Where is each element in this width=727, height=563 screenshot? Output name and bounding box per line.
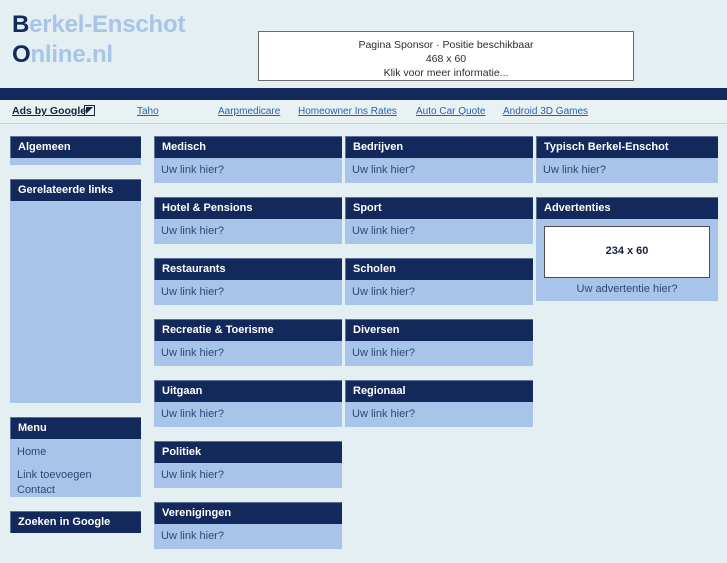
ads-link-4[interactable]: Android 3D Games [503,106,588,117]
advertisement-caption[interactable]: Uw advertentie hier? [544,278,710,295]
ads-bar-divider [0,123,727,124]
panel-category-body: Uw link hier? [154,341,342,366]
menu-item-contact[interactable]: Contact [17,483,134,498]
category-link[interactable]: Uw link hier? [543,164,606,176]
panel-category-title: Uitgaan [154,380,342,402]
panel-category-body: Uw link hier? [154,463,342,488]
logo-line-2-rest: nline.nl [30,41,113,68]
panel-typisch-berkel-enschot-title: Typisch Berkel-Enschot [536,136,718,158]
panel-gerelateerde-links: Gerelateerde links [10,179,141,403]
panel-category-title: Restaurants [154,258,342,280]
menu-item-link-toevoegen[interactable]: Link toevoegen [17,468,134,483]
panel-category-title: Scholen [345,258,533,280]
panel-category-body: Uw link hier? [154,158,342,183]
panel-typisch-berkel-enschot: Typisch Berkel-Enschot Uw link hier? [536,136,718,183]
sidebar-left: Algemeen Gerelateerde links Menu Home Li… [10,136,141,547]
ads-link-0[interactable]: Taho [137,106,159,117]
panel-advertenties: Advertenties 234 x 60 Uw advertentie hie… [536,197,718,301]
advertisement-slot-size: 234 x 60 [605,245,649,257]
logo-line-1: Berkel-Enschot [12,10,242,40]
panel-gerelateerde-links-body [10,201,141,403]
category-link[interactable]: Uw link hier? [161,347,224,359]
panel-menu-title: Menu [10,417,141,439]
logo-line-2: Online.nl [12,40,242,70]
panel-category: Restaurants Uw link hier? [154,258,342,305]
category-link[interactable]: Uw link hier? [352,347,415,359]
external-link-icon[interactable] [84,105,95,116]
panel-advertenties-body: 234 x 60 Uw advertentie hier? [536,219,718,301]
panel-category-title: Verenigingen [154,502,342,524]
category-link[interactable]: Uw link hier? [352,225,415,237]
category-link[interactable]: Uw link hier? [352,164,415,176]
panel-category-body: Uw link hier? [345,280,533,305]
ads-by-google-label[interactable]: Ads by Google [12,105,86,117]
panel-category-title: Regionaal [345,380,533,402]
panel-category-body: Uw link hier? [345,158,533,183]
category-link[interactable]: Uw link hier? [161,469,224,481]
category-link[interactable]: Uw link hier? [352,408,415,420]
panel-category-title: Diversen [345,319,533,341]
panel-category: Recreatie & Toerisme Uw link hier? [154,319,342,366]
advertisement-slot[interactable]: 234 x 60 [544,226,710,278]
category-link[interactable]: Uw link hier? [352,286,415,298]
category-link[interactable]: Uw link hier? [161,286,224,298]
panel-gerelateerde-links-title: Gerelateerde links [10,179,141,201]
header-navy-rule [0,88,727,100]
panel-category-title: Politiek [154,441,342,463]
panel-category-body: Uw link hier? [345,402,533,427]
panel-advertenties-title: Advertenties [536,197,718,219]
panel-menu: Menu Home Link toevoegen Contact [10,417,141,497]
panel-category-body: Uw link hier? [345,219,533,244]
panel-category-title: Recreatie & Toerisme [154,319,342,341]
panel-category: Diversen Uw link hier? [345,319,533,366]
category-column-1: Medisch Uw link hier? Hotel & Pensions Uw l… [154,136,342,563]
panel-zoeken-in-google: Zoeken in Google [10,511,141,533]
panel-category: Bedrijven Uw link hier? [345,136,533,183]
panel-zoeken-in-google-title: Zoeken in Google [10,511,141,533]
page-header: Berkel-Enschot Online.nl Pagina Sponsor … [0,0,727,88]
menu-item-home[interactable]: Home [17,445,134,460]
panel-category-title: Bedrijven [345,136,533,158]
site-logo[interactable]: Berkel-Enschot Online.nl [12,10,242,70]
panel-category: Scholen Uw link hier? [345,258,533,305]
panel-category: Hotel & Pensions Uw link hier? [154,197,342,244]
panel-typisch-berkel-enschot-body: Uw link hier? [536,158,718,183]
sponsor-line-1: Pagina Sponsor · Positie beschikbaar [358,39,534,51]
panel-category: Sport Uw link hier? [345,197,533,244]
category-link[interactable]: Uw link hier? [161,164,224,176]
logo-line-1-capital: B [12,11,30,38]
google-ads-bar: Ads by Google Taho Aarpmedicare Homeowner … [0,100,727,124]
menu-spacer [17,460,134,468]
panel-category: Politiek Uw link hier? [154,441,342,488]
panel-category-body: Uw link hier? [345,341,533,366]
panel-category: Verenigingen Uw link hier? [154,502,342,549]
panel-algemeen-body [10,158,141,165]
category-column-2: Bedrijven Uw link hier? Sport Uw link hier?… [345,136,533,441]
panel-category-body: Uw link hier? [154,402,342,427]
category-link[interactable]: Uw link hier? [161,408,224,420]
panel-menu-body: Home Link toevoegen Contact [10,439,141,497]
sponsor-line-2: 468 x 60 [425,53,467,65]
panel-category-title: Sport [345,197,533,219]
ads-link-2[interactable]: Homeowner Ins Rates [298,106,397,117]
ads-link-1[interactable]: Aarpmedicare [218,106,280,117]
panel-category: Medisch Uw link hier? [154,136,342,183]
panel-category-body: Uw link hier? [154,280,342,305]
panel-category-body: Uw link hier? [154,219,342,244]
sponsor-banner[interactable]: Pagina Sponsor · Positie beschikbaar 468… [258,31,634,81]
category-column-right: Typisch Berkel-Enschot Uw link hier? Adv… [536,136,718,315]
sponsor-line-3: Klik voor meer informatie... [383,67,509,79]
panel-algemeen-title: Algemeen [10,136,141,158]
panel-category-title: Medisch [154,136,342,158]
panel-category: Regionaal Uw link hier? [345,380,533,427]
category-link[interactable]: Uw link hier? [161,530,224,542]
logo-line-2-capital: O [12,41,31,68]
ads-link-3[interactable]: Auto Car Quote [416,106,485,117]
panel-category-title: Hotel & Pensions [154,197,342,219]
logo-line-1-rest: erkel-Enschot [29,11,186,38]
category-link[interactable]: Uw link hier? [161,225,224,237]
panel-category: Uitgaan Uw link hier? [154,380,342,427]
panel-category-body: Uw link hier? [154,524,342,549]
panel-algemeen: Algemeen [10,136,141,165]
